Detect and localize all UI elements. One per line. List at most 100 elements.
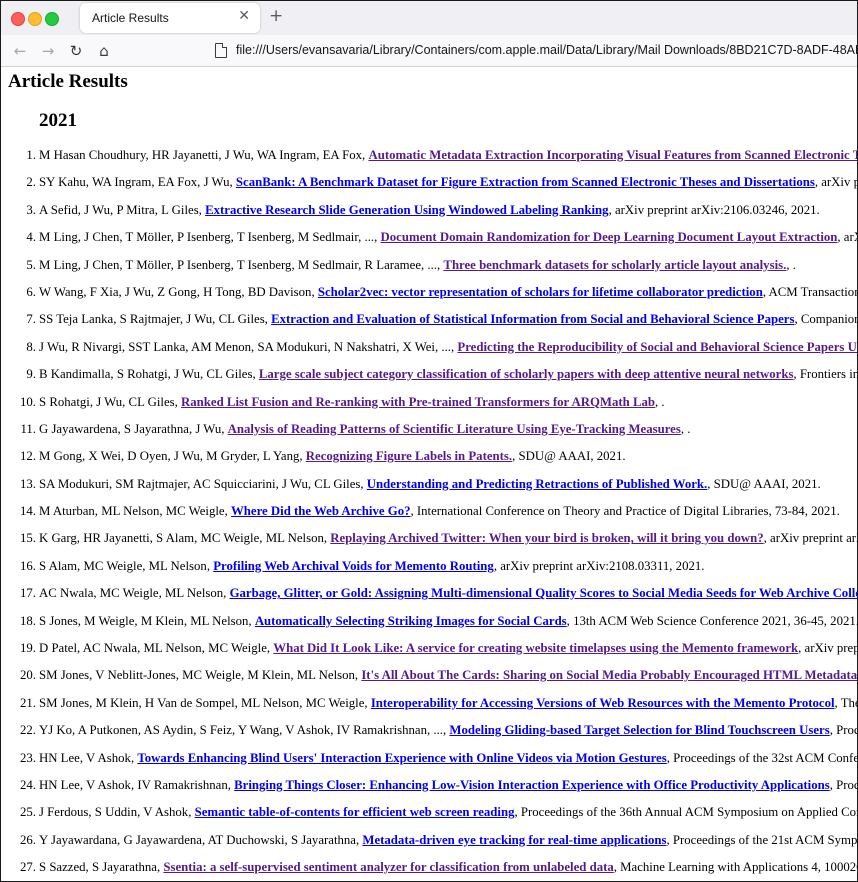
article-citation: M Hasan Choudhury, HR Jayanetti, J Wu, W…: [39, 146, 857, 164]
article-venue: , SDU@ AAAI, 2021.: [707, 476, 821, 491]
article-title-link[interactable]: Semantic table-of-contents for efficient…: [195, 805, 515, 819]
article-title-link[interactable]: Replaying Archived Twitter: When your bi…: [330, 531, 763, 545]
article-authors: HN Lee, V Ashok, IV Ramakrishnan,: [39, 777, 235, 792]
list-item: 23. HN Lee, V Ashok, Towards Enhancing Bl…: [1, 749, 857, 776]
article-authors: SS Teja Lanka, S Rajtmajer, J Wu, CL Gil…: [39, 312, 272, 327]
article-title-link[interactable]: Modeling Gliding-based Target Selection …: [449, 723, 829, 737]
article-citation: SS Teja Lanka, S Rajtmajer, J Wu, CL Gil…: [39, 310, 857, 328]
article-title-link[interactable]: Automatically Selecting Striking Images …: [255, 614, 567, 628]
article-title-link[interactable]: Extraction and Evaluation of Statistical…: [271, 312, 794, 326]
article-list: 1. M Hasan Choudhury, HR Jayanetti, J Wu,…: [1, 146, 857, 881]
list-item: 24. HN Lee, V Ashok, IV Ramakrishnan, Bri…: [1, 776, 857, 803]
list-item-number: 16.: [20, 558, 36, 573]
article-authors: J Wu, R Nivargi, SST Lanka, AM Menon, SA…: [39, 339, 458, 354]
article-venue: , Companion Pr: [794, 312, 857, 327]
article-authors: S Jones, M Weigle, M Klein, ML Nelson,: [39, 613, 255, 628]
home-icon[interactable]: ⌂: [95, 42, 113, 60]
article-authors: SY Kahu, WA Ingram, EA Fox, J Wu,: [39, 175, 236, 190]
article-title-link[interactable]: Understanding and Predicting Retractions…: [367, 477, 707, 491]
list-item-number: 3.: [26, 202, 36, 217]
list-item: 25. J Ferdous, S Uddin, V Ashok, Semantic…: [1, 803, 857, 830]
page-content: Article Results 2021 1. M Hasan Choudhury…: [1, 67, 857, 881]
article-authors: M Aturban, ML Nelson, MC Weigle,: [39, 504, 231, 519]
article-title-link[interactable]: Extractive Research Slide Generation Usi…: [205, 203, 609, 217]
back-arrow-icon[interactable]: ←: [11, 42, 29, 60]
article-venue: , Proceed: [829, 777, 857, 792]
article-title-link[interactable]: Three benchmark datasets for scholarly a…: [443, 258, 786, 272]
zoom-window-button[interactable]: [45, 12, 59, 26]
minimize-window-button[interactable]: [28, 12, 42, 26]
list-item-number: 26.: [20, 832, 36, 847]
list-item-number: 27.: [20, 860, 36, 875]
article-authors: SA Modukuri, SM Rajtmajer, AC Squicciari…: [39, 476, 367, 491]
article-venue: , arXiv preprint arXiv:2108.03311, 2021.: [493, 558, 705, 573]
list-item: 18. S Jones, M Weigle, M Klein, ML Nelson…: [1, 612, 857, 639]
reload-icon[interactable]: ↻: [67, 42, 85, 60]
article-title-link[interactable]: Predicting the Reproducibility of Social…: [457, 340, 857, 354]
article-title-link[interactable]: Bringing Things Closer: Enhancing Low-Vi…: [234, 778, 830, 792]
article-authors: SM Jones, V Neblitt-Jones, MC Weigle, M …: [39, 668, 362, 683]
article-citation: HN Lee, V Ashok, Towards Enhancing Blind…: [39, 749, 857, 767]
new-tab-icon[interactable]: +: [269, 6, 283, 26]
address-bar[interactable]: file:///Users/evansavaria/Library/Contai…: [207, 39, 857, 63]
list-item-number: 8.: [26, 339, 36, 354]
list-item: 5. M Ling, J Chen, T Möller, P Isenberg, …: [1, 256, 857, 283]
article-authors: HN Lee, V Ashok,: [39, 750, 138, 765]
article-venue: , arXiv preprin: [798, 641, 857, 656]
article-citation: S Alam, MC Weigle, ML Nelson, Profiling …: [39, 557, 704, 575]
list-item: 11. G Jayawardena, S Jayarathna, J Wu, An…: [1, 420, 857, 447]
list-item-number: 9.: [26, 367, 36, 382]
article-title-link[interactable]: Ssentia: a self-supervised sentiment ana…: [163, 860, 613, 874]
article-venue: , Proceedings of the 32st ACM Conferen: [666, 750, 857, 765]
article-venue: , arXiv: [837, 230, 857, 245]
article-title-link[interactable]: Scholar2vec: vector representation of sc…: [318, 285, 763, 299]
list-item: 13. SA Modukuri, SM Rajtmajer, AC Squicci…: [1, 475, 857, 502]
article-title-link[interactable]: Document Domain Randomization for Deep L…: [381, 230, 838, 244]
list-item: 19. D Patel, AC Nwala, ML Nelson, MC Weig…: [1, 639, 857, 666]
close-window-button[interactable]: [11, 12, 25, 26]
article-title-link[interactable]: Analysis of Reading Patterns of Scientif…: [228, 422, 681, 436]
list-item-number: 2.: [26, 175, 36, 190]
list-item: 15. K Garg, HR Jayanetti, S Alam, MC Weig…: [1, 529, 857, 556]
article-title-link[interactable]: Garbage, Glitter, or Gold: Assigning Mul…: [230, 586, 857, 600]
article-title-link[interactable]: What Did It Look Like: A service for cre…: [273, 641, 798, 655]
article-title-link[interactable]: Recognizing Figure Labels in Patents.: [306, 449, 512, 463]
list-item: 3. A Sefid, J Wu, P Mitra, L Giles, Extra…: [1, 201, 857, 228]
article-authors: S Alam, MC Weigle, ML Nelson,: [39, 558, 214, 573]
article-citation: YJ Ko, A Putkonen, AS Aydin, S Feiz, Y W…: [39, 721, 857, 739]
article-title-link[interactable]: Ranked List Fusion and Re-ranking with P…: [181, 395, 655, 409]
article-citation: D Patel, AC Nwala, ML Nelson, MC Weigle,…: [39, 639, 857, 657]
article-authors: M Gong, X Wei, D Oyen, J Wu, M Gryder, L…: [39, 449, 306, 464]
article-title-link[interactable]: Where Did the Web Archive Go?: [231, 504, 411, 518]
forward-arrow-icon[interactable]: →: [39, 42, 57, 60]
list-item: 9. B Kandimalla, S Rohatgi, J Wu, CL Gile…: [1, 365, 857, 392]
article-authors: J Ferdous, S Uddin, V Ashok,: [39, 805, 195, 820]
article-citation: Y Jayawardana, G Jayawardena, AT Duchows…: [39, 831, 857, 849]
article-authors: A Sefid, J Wu, P Mitra, L Giles,: [39, 202, 206, 217]
article-venue: , ACM Transactions o: [762, 284, 857, 299]
article-title-link[interactable]: ScanBank: A Benchmark Dataset for Figure…: [236, 175, 815, 189]
article-venue: , 13th ACM Web Science Conference 2021, …: [566, 613, 857, 628]
article-title-link[interactable]: Automatic Metadata Extraction Incorporat…: [368, 148, 857, 162]
article-title-link[interactable]: Metadata-driven eye tracking for real-ti…: [362, 833, 666, 847]
list-item: 22. YJ Ko, A Putkonen, AS Aydin, S Feiz, …: [1, 721, 857, 748]
article-title-link[interactable]: It's All About The Cards: Sharing on Soc…: [361, 668, 857, 682]
article-title-link[interactable]: Large scale subject category classificat…: [259, 367, 794, 381]
article-citation: J Wu, R Nivargi, SST Lanka, AM Menon, SA…: [39, 338, 857, 356]
article-venue: , .: [786, 257, 796, 272]
tab-article-results[interactable]: Article Results ✕: [80, 3, 260, 33]
list-item-number: 21.: [20, 695, 36, 710]
article-citation: M Ling, J Chen, T Möller, P Isenberg, T …: [39, 228, 857, 246]
article-authors: S Rohatgi, J Wu, CL Giles,: [39, 394, 182, 409]
article-authors: K Garg, HR Jayanetti, S Alam, MC Weigle,…: [39, 531, 331, 546]
list-item-number: 15.: [20, 531, 36, 546]
article-title-link[interactable]: Towards Enhancing Blind Users' Interacti…: [137, 751, 666, 765]
article-authors: S Sazzed, S Jayarathna,: [39, 860, 164, 875]
close-tab-icon[interactable]: ✕: [238, 8, 250, 24]
article-title-link[interactable]: Interoperability for Accessing Versions …: [371, 696, 835, 710]
article-citation: M Aturban, ML Nelson, MC Weigle, Where D…: [39, 502, 840, 520]
article-title-link[interactable]: Profiling Web Archival Voids for Memento…: [213, 559, 494, 573]
article-citation: SA Modukuri, SM Rajtmajer, AC Squicciari…: [39, 475, 821, 493]
url-text[interactable]: file:///Users/evansavaria/Library/Contai…: [236, 43, 857, 57]
page-title: Article Results: [8, 71, 128, 92]
